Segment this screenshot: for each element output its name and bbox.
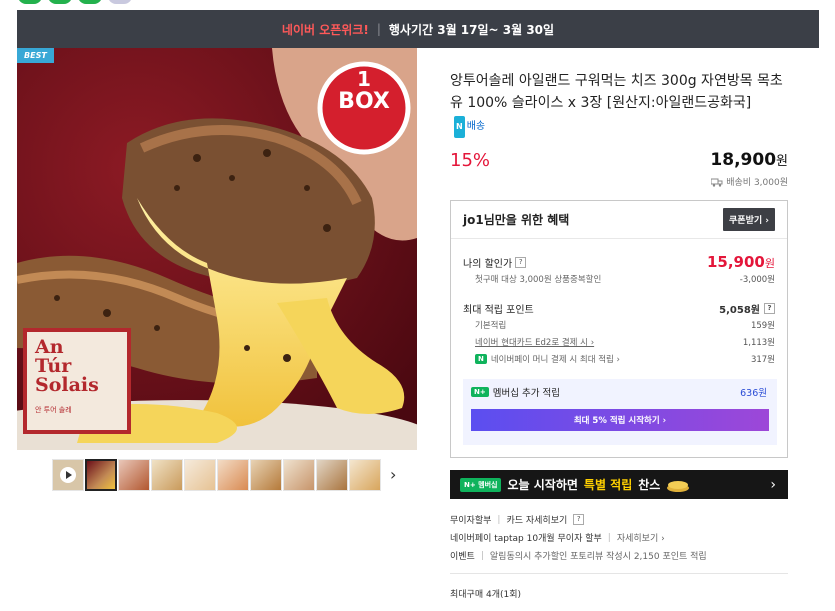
basic-points-value: 159원 <box>750 321 775 331</box>
card-points-row: 네이버 현대카드 Ed2로 결제 시 › 1,113원 <box>463 336 775 348</box>
dot-gray <box>108 0 132 4</box>
my-price-value: 15,900 <box>706 253 765 271</box>
thumbnail-8[interactable] <box>316 459 348 491</box>
event-banner[interactable]: 네이버 오픈위크! | 행사기간 3월 17일~ 3월 30일 <box>17 10 819 48</box>
thumbnail-4[interactable] <box>184 459 216 491</box>
my-price-row: 나의 할인가? 15,900원 <box>463 253 775 271</box>
delivery-badge-label: 배송 <box>466 121 486 132</box>
event-text: 알림동의시 추가할인 포토리뷰 작성시 2,150 포인트 적립 <box>489 552 707 562</box>
benefit-header: jo1님만을 위한 혜택 쿠폰받기 › <box>451 201 787 239</box>
taptap-row: 네이버페이 taptap 10개월 무이자 할부 | 자세히보기 › <box>450 531 665 545</box>
basic-points-row: 기본적립 159원 <box>463 319 775 331</box>
npay-n-icon: N <box>454 116 465 138</box>
truck-icon <box>710 178 723 187</box>
thumbnail-5[interactable] <box>217 459 249 491</box>
taptap-text: 네이버페이 taptap 10개월 무이자 할부 <box>450 534 602 544</box>
promo-chevron-icon: › <box>770 476 776 493</box>
best-tag: BEST <box>17 48 54 63</box>
membership-promo-banner[interactable]: N+ 멤버십 오늘 시작하면 특별 적립 찬스 › <box>450 470 788 499</box>
sale-price-currency: 원 <box>776 154 788 169</box>
membership-value: 636원 <box>740 388 767 399</box>
product-title-text: 앙투어솔레 아일랜드 구워먹는 치즈 300g 자연방목 목초유 100% 슬라… <box>450 73 783 111</box>
points-help-icon[interactable]: ? <box>764 303 775 314</box>
basic-points-label: 기본적립 <box>475 321 507 331</box>
promo-text-b: 특별 적립 <box>583 478 633 492</box>
first-purchase-label: 첫구매 대상 3,000원 상품중복할인 <box>475 275 602 285</box>
max-purchase-row: 최대구매 4개(1회) <box>450 587 521 600</box>
thumbnail-3[interactable] <box>151 459 183 491</box>
card-points-link[interactable]: 네이버 현대카드 Ed2로 결제 시 › <box>463 336 594 348</box>
thumbnail-9[interactable] <box>349 459 381 491</box>
npay-points-row: N 네이버페이 머니 결제 시 최대 적립 › 317원 <box>463 353 775 365</box>
divider <box>450 573 788 574</box>
my-price: 15,900원 <box>707 253 775 271</box>
benefit-title: jo1님만을 위한 혜택 <box>463 213 570 227</box>
banner-highlight: 네이버 오픈위크! <box>281 22 369 37</box>
shipping-fee: 배송비 3,000원 <box>710 175 788 188</box>
membership-label: 멤버십 추가 적립 <box>492 388 560 399</box>
max-purchase-text: 최대구매 4개(1회) <box>450 590 522 600</box>
banner-period: 행사기간 3월 17일~ 3월 30일 <box>388 22 555 37</box>
sale-price: 18,900원 <box>710 150 788 170</box>
book-subtitle: 안 투어 솔레 <box>35 406 72 414</box>
npay-points-link[interactable]: 네이버페이 머니 결제 시 최대 적립 › <box>491 353 620 365</box>
thumbnail-7[interactable] <box>283 459 315 491</box>
my-price-currency: 원 <box>764 257 775 270</box>
first-purchase-row: 첫구매 대상 3,000원 상품중복할인 -3,000원 <box>463 273 775 285</box>
thumbnail-video[interactable] <box>52 459 84 491</box>
product-main-image[interactable]: BEST 1 BOX An Túr Solais 안 투어 솔레 <box>17 48 417 450</box>
membership-badge: N+ 멤버십 <box>460 477 502 492</box>
npay-icon: N <box>475 354 487 364</box>
dot-green-3 <box>78 0 102 4</box>
sticker-box: BOX <box>338 89 390 114</box>
interest-free-label: 무이자할부 <box>450 516 492 526</box>
play-icon <box>60 467 76 483</box>
card-points-value: 1,113원 <box>742 338 775 348</box>
one-box-sticker: 1 BOX <box>320 68 408 114</box>
delivery-badge: N 배송 <box>454 116 485 138</box>
first-purchase-value: -3,000원 <box>739 275 775 285</box>
membership-box: N+ 멤버십 추가 적립 636원 최대 5% 적립 시작하기 › <box>463 379 777 445</box>
coins-icon <box>667 480 690 492</box>
taptap-detail-link[interactable]: 자세히보기 › <box>617 531 665 544</box>
start-membership-button[interactable]: 최대 5% 적립 시작하기 › <box>471 409 769 431</box>
sale-price-value: 18,900 <box>710 150 777 170</box>
book-cover-title: An Túr Solais 안 투어 솔레 <box>35 338 99 420</box>
banner-separator: | <box>376 22 381 36</box>
thumbnail-2[interactable] <box>118 459 150 491</box>
max-points-value: 5,058원 <box>719 305 760 316</box>
nplus-icon: N+ <box>471 387 489 397</box>
top-color-dots <box>18 0 132 4</box>
promo-text-a: 오늘 시작하면 <box>507 478 578 492</box>
product-info-panel: 앙투어솔레 아일랜드 구워먹는 치즈 300g 자연방목 목초유 100% 슬라… <box>450 70 790 600</box>
help-icon[interactable]: ? <box>515 256 527 268</box>
interest-free-row: 무이자할부 | 카드 자세히보기 ? <box>450 513 585 526</box>
promo-text-c: 찬스 <box>638 478 661 492</box>
thumbnail-next-button[interactable]: › <box>390 465 396 484</box>
book-title-line-3: Solais <box>35 374 99 396</box>
price-row: 15% 18,900원 <box>450 150 788 174</box>
max-points-row: 최대 적립 포인트 5,058원? <box>463 301 775 316</box>
dot-green-2 <box>48 0 72 4</box>
thumbnail-1[interactable] <box>85 459 117 491</box>
coupon-button[interactable]: 쿠폰받기 › <box>723 208 775 231</box>
card-detail-link[interactable]: 카드 자세히보기 <box>506 513 567 526</box>
membership-row: N+ 멤버십 추가 적립 636원 <box>471 385 767 399</box>
product-title: 앙투어솔레 아일랜드 구워먹는 치즈 300g 자연방목 목초유 100% 슬라… <box>450 70 790 138</box>
event-label: 이벤트 <box>450 552 475 562</box>
interest-help-icon[interactable]: ? <box>573 514 585 525</box>
my-price-label: 나의 할인가 <box>463 258 513 270</box>
shipping-fee-text: 배송비 3,000원 <box>726 178 788 188</box>
thumbnail-6[interactable] <box>250 459 282 491</box>
benefit-box: jo1님만을 위한 혜택 쿠폰받기 › 나의 할인가? 15,900원 첫구매 … <box>450 200 788 458</box>
event-row: 이벤트 | 알림동의시 추가할인 포토리뷰 작성시 2,150 포인트 적립 <box>450 550 707 563</box>
thumbnail-strip <box>52 459 381 491</box>
dot-green-1 <box>18 0 42 4</box>
npay-points-value: 317원 <box>750 355 775 365</box>
discount-rate: 15% <box>450 150 491 171</box>
sticker-number: 1 <box>357 67 371 91</box>
max-points-label: 최대 적립 포인트 <box>463 305 534 316</box>
